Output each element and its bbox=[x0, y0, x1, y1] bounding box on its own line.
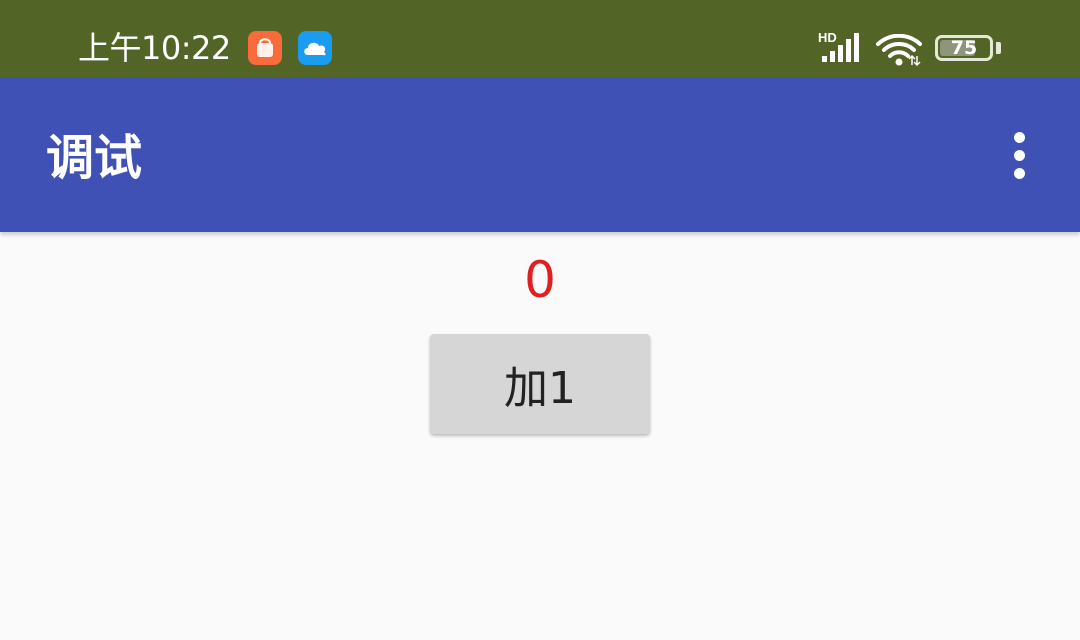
signal-icon: HD bbox=[818, 30, 864, 68]
battery-icon: 75 bbox=[935, 35, 993, 61]
battery-tip bbox=[996, 42, 1001, 54]
menu-dot bbox=[1014, 168, 1025, 179]
cloud-icon bbox=[298, 31, 332, 65]
menu-dot bbox=[1014, 132, 1025, 143]
counter-value: 0 bbox=[524, 251, 556, 309]
battery-level: 75 bbox=[950, 37, 978, 59]
wifi-icon bbox=[876, 33, 922, 72]
app-title: 调试 bbox=[46, 130, 143, 186]
menu-dot bbox=[1014, 150, 1025, 161]
main-content: 0 加1 bbox=[0, 232, 1080, 640]
signal-hd-label: HD bbox=[818, 30, 837, 45]
store-icon bbox=[248, 31, 282, 65]
app-bar: 调试 bbox=[0, 78, 1080, 232]
status-bar: 上午10:22 HD 75 bbox=[0, 0, 1080, 78]
status-time: 上午10:22 bbox=[78, 29, 231, 67]
more-vert-icon[interactable] bbox=[1000, 130, 1040, 182]
add-one-button[interactable]: 加1 bbox=[430, 334, 650, 434]
